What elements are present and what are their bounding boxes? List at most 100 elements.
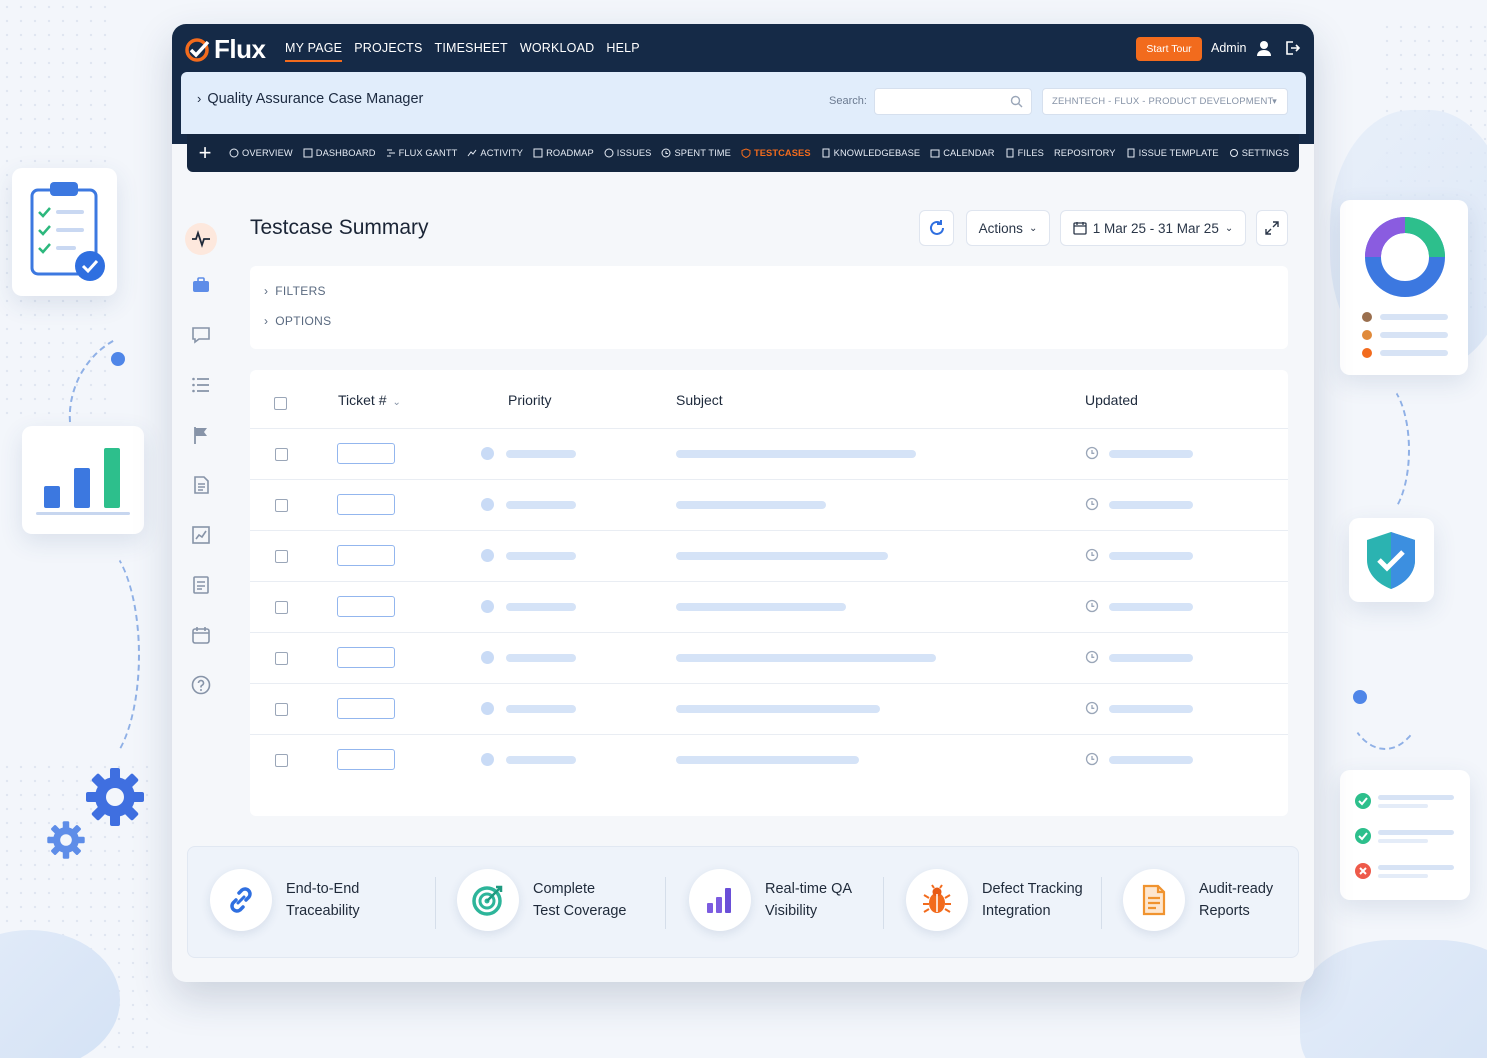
actions-dropdown[interactable]: Actions ⌄ <box>966 210 1050 246</box>
breadcrumb[interactable]: › Quality Assurance Case Manager <box>197 91 423 107</box>
table-row[interactable] <box>250 428 1288 479</box>
add-button[interactable]: + <box>187 140 223 166</box>
ticket-placeholder[interactable] <box>337 749 395 770</box>
ticket-placeholder[interactable] <box>337 698 395 719</box>
priority-placeholder <box>506 450 576 458</box>
tab-issues[interactable]: ISSUES <box>604 148 652 158</box>
book-icon <box>822 148 830 158</box>
clock-icon <box>661 148 671 158</box>
ticket-placeholder[interactable] <box>337 443 395 464</box>
table-row[interactable] <box>250 683 1288 734</box>
tab-calendar[interactable]: CALENDAR <box>930 148 995 158</box>
priority-placeholder <box>506 603 576 611</box>
filters-toggle[interactable]: › FILTERS <box>264 284 326 298</box>
user-icon[interactable] <box>1255 39 1273 57</box>
logout-icon[interactable] <box>1283 39 1301 57</box>
ticket-placeholder[interactable] <box>337 647 395 668</box>
nav-help[interactable]: HELP <box>606 41 639 62</box>
search-label: Search: <box>829 95 867 107</box>
gear-icon <box>86 768 144 826</box>
priority-placeholder <box>506 705 576 713</box>
calendar-icon <box>1073 222 1087 235</box>
updated-placeholder <box>1109 552 1193 560</box>
tab-testcases[interactable]: TESTCASES <box>741 148 811 158</box>
subject-placeholder <box>676 603 846 611</box>
flux-check-icon <box>185 37 210 62</box>
row-checkbox[interactable] <box>275 499 288 512</box>
settings-icon <box>1229 149 1238 157</box>
chevron-right-icon: › <box>264 314 269 328</box>
nav-my-page[interactable]: MY PAGE <box>285 41 343 62</box>
tab-issue-template[interactable]: ISSUE TEMPLATE <box>1126 148 1219 158</box>
row-checkbox[interactable] <box>275 550 288 563</box>
user-name[interactable]: Admin <box>1211 41 1246 55</box>
tab-settings[interactable]: SETTINGS <box>1229 148 1289 158</box>
updated-placeholder <box>1109 450 1193 458</box>
tab-activity[interactable]: ACTIVITY <box>467 148 523 158</box>
sidebar-chart[interactable] <box>188 522 214 548</box>
column-subject[interactable]: Subject <box>676 392 723 408</box>
sidebar-help[interactable] <box>188 672 214 698</box>
tab-spent-time[interactable]: SPENT TIME <box>661 148 731 158</box>
row-checkbox[interactable] <box>275 652 288 665</box>
ticket-placeholder[interactable] <box>337 596 395 617</box>
table-row[interactable] <box>250 734 1288 785</box>
select-all-checkbox[interactable] <box>274 397 287 410</box>
tab-repository[interactable]: REPOSITORY <box>1054 148 1116 158</box>
column-ticket[interactable]: Ticket # ⌄ <box>338 392 401 408</box>
ticket-placeholder[interactable] <box>337 494 395 515</box>
refresh-button[interactable] <box>919 210 954 246</box>
row-checkbox[interactable] <box>275 448 288 461</box>
clock-icon <box>1085 497 1099 511</box>
feature-audit-reports: Audit-ready Reports <box>1123 869 1314 931</box>
table-row[interactable] <box>250 632 1288 683</box>
tab-dashboard[interactable]: DASHBOARD <box>303 148 376 158</box>
start-tour-button[interactable]: Start Tour <box>1136 37 1202 61</box>
column-updated[interactable]: Updated <box>1085 392 1138 408</box>
nav-workload[interactable]: WORKLOAD <box>520 41 595 62</box>
table-row[interactable] <box>250 530 1288 581</box>
feature-title: Real-time QA <box>765 881 853 897</box>
sidebar-list[interactable] <box>188 372 214 398</box>
row-checkbox[interactable] <box>275 601 288 614</box>
sidebar-flag[interactable] <box>188 422 214 448</box>
tab-flux-gantt[interactable]: FLUX GANTT <box>386 148 458 158</box>
column-priority[interactable]: Priority <box>508 392 552 408</box>
project-selector[interactable]: ZEHNTECH - FLUX - PRODUCT DEVELOPMENT ▾ <box>1042 88 1288 115</box>
tab-overview[interactable]: OVERVIEW <box>229 148 293 158</box>
chevron-right-icon: › <box>264 284 269 298</box>
ticket-placeholder[interactable] <box>337 545 395 566</box>
table-row[interactable] <box>250 581 1288 632</box>
options-toggle[interactable]: › OPTIONS <box>264 314 331 328</box>
table-row[interactable] <box>250 479 1288 530</box>
link-icon <box>210 869 272 931</box>
sidebar-document[interactable] <box>188 472 214 498</box>
search-icon <box>1010 95 1023 108</box>
row-checkbox[interactable] <box>275 754 288 767</box>
priority-placeholder <box>506 756 576 764</box>
sidebar-report[interactable] <box>188 572 214 598</box>
roadmap-icon <box>533 148 543 158</box>
tab-knowledgebase[interactable]: KNOWLEDGEBASE <box>821 148 921 158</box>
target-icon <box>457 869 519 931</box>
list-icon <box>192 377 209 393</box>
date-range-picker[interactable]: 1 Mar 25 - 31 Mar 25 ⌄ <box>1060 210 1246 246</box>
clock-icon <box>1085 701 1099 715</box>
chart-icon <box>192 526 210 544</box>
bar-chart-icon <box>36 448 130 515</box>
sidebar-calendar[interactable] <box>188 622 214 648</box>
flux-logo[interactable]: Flux <box>184 34 266 65</box>
priority-dot <box>481 549 494 562</box>
sidebar-chat[interactable] <box>188 322 214 348</box>
tab-files[interactable]: FILES <box>1005 148 1044 158</box>
sidebar-briefcase[interactable] <box>188 272 214 298</box>
sidebar-activity[interactable] <box>185 223 217 255</box>
nav-projects[interactable]: PROJECTS <box>354 41 422 62</box>
feature-divider <box>883 877 884 929</box>
nav-timesheet[interactable]: TIMESHEET <box>435 41 508 62</box>
row-checkbox[interactable] <box>275 703 288 716</box>
search-input[interactable] <box>874 88 1032 115</box>
tab-roadmap[interactable]: ROADMAP <box>533 148 594 158</box>
project-title: Quality Assurance Case Manager <box>207 91 424 107</box>
expand-button[interactable] <box>1256 210 1288 246</box>
